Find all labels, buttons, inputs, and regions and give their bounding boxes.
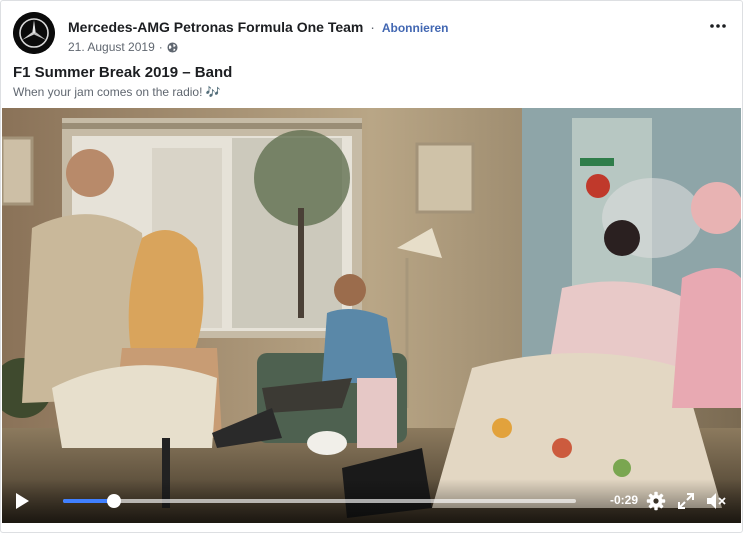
page-avatar[interactable] bbox=[13, 12, 55, 54]
remaining-time: -0:29 bbox=[610, 493, 639, 507]
post-author-line: Mercedes-AMG Petronas Formula One Team ·… bbox=[68, 19, 449, 35]
globe-icon bbox=[167, 41, 178, 53]
fullscreen-icon[interactable] bbox=[676, 491, 696, 511]
progress-bar[interactable] bbox=[63, 494, 576, 508]
play-icon[interactable] bbox=[14, 492, 30, 510]
post-header: Mercedes-AMG Petronas Formula One Team ·… bbox=[13, 12, 730, 58]
post-title: F1 Summer Break 2019 – Band bbox=[13, 64, 233, 81]
progress-scrubber[interactable] bbox=[107, 494, 122, 508]
settings-icon[interactable] bbox=[646, 491, 666, 511]
date-separator: · bbox=[158, 40, 163, 54]
video-controls-bar: -0:29 bbox=[2, 479, 741, 523]
more-options-icon[interactable] bbox=[706, 16, 730, 36]
video-post-card: Mercedes-AMG Petronas Formula One Team ·… bbox=[0, 0, 743, 533]
mercedes-star-logo bbox=[13, 12, 55, 54]
video-frame bbox=[2, 108, 741, 523]
video-player[interactable]: -0:29 bbox=[2, 108, 741, 523]
post-date[interactable]: 21. August 2019 bbox=[68, 40, 155, 54]
separator: · bbox=[370, 19, 375, 35]
volume-muted-icon[interactable] bbox=[705, 491, 726, 511]
post-caption: When your jam comes on the radio! 🎶 bbox=[13, 85, 221, 99]
page-name-link[interactable]: Mercedes-AMG Petronas Formula One Team bbox=[68, 19, 363, 35]
post-meta: 21. August 2019 · bbox=[68, 40, 178, 54]
follow-button[interactable]: Abonnieren bbox=[382, 21, 449, 35]
